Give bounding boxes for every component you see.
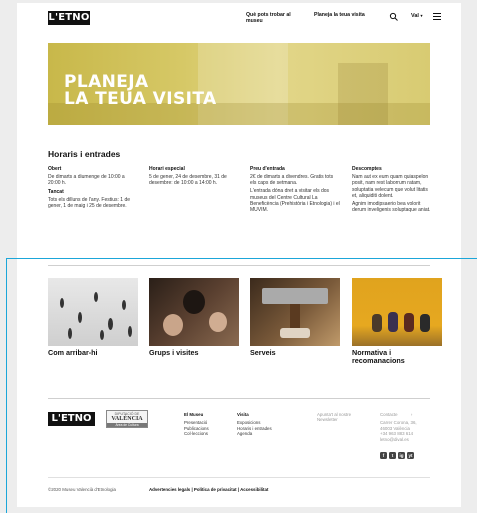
contact-line: letno@dival.es: [380, 436, 409, 442]
facebook-icon[interactable]: f: [380, 452, 387, 459]
schedule-col-4: Descomptes Nam aut ex eum quam quiaspelo…: [352, 166, 432, 215]
hero-title-line2: LA TEUA VISITA: [64, 89, 217, 109]
schedule-title: Horaris i entrades: [48, 149, 121, 159]
card-label: Com arribar-hi: [48, 348, 98, 357]
footer-heading: El Museu: [184, 412, 204, 417]
card-image: [149, 278, 239, 346]
card-image: [352, 278, 442, 346]
site-header: L'ETNO Què pots trobar al museu Planeja …: [17, 3, 461, 33]
search-icon[interactable]: [389, 12, 399, 22]
footer-heading: Visita: [237, 412, 249, 417]
col-heading: Descomptes: [352, 166, 382, 172]
card-image: [48, 278, 138, 346]
hero-title: PLANEJA LA TEUA VISITA: [64, 74, 217, 108]
hero-banner: PLANEJA LA TEUA VISITA: [48, 43, 430, 125]
selection-outline-left: [6, 258, 8, 513]
divider: [48, 477, 430, 478]
page: L'ETNO Què pots trobar al museu Planeja …: [17, 3, 461, 507]
contact-heading-label: Contacte: [380, 412, 398, 417]
col-text: 5 de gener, 24 de desembre, 31 de desemb…: [149, 173, 227, 187]
footer-col-contacte: Contacte › Carrer Corona, 36, 46003 Valè…: [380, 412, 430, 442]
col-heading: Preu d'entrada: [250, 166, 285, 172]
card-serveis[interactable]: Serveis: [250, 278, 340, 357]
partner-logo-main: VALÈNCIA: [111, 416, 143, 422]
hamburger-icon[interactable]: [433, 13, 441, 20]
instagram-icon[interactable]: ig: [398, 452, 405, 459]
footer-link[interactable]: Col·leccions: [184, 431, 209, 436]
schedule-col-3: Preu d'entrada 2€ de dimarts a divendres…: [250, 166, 340, 215]
nav-que-pots-trobar[interactable]: Què pots trobar al museu: [246, 12, 306, 24]
chevron-right-icon: ›: [410, 412, 413, 417]
col-heading: Horari especial: [149, 166, 185, 172]
col-text: Agnim imodipsaerio bea volorit derum inv…: [352, 201, 431, 214]
card-grups-visites[interactable]: Grups i visites: [149, 278, 239, 357]
footer-col-newsletter[interactable]: Apunta't al nostre Newsletter: [317, 412, 367, 426]
schedule-col-2: Horari especial 5 de gener, 24 de desemb…: [149, 166, 239, 188]
partner-logo[interactable]: DIPUTACIÓ DE VALÈNCIA Àrea de Cultura: [106, 410, 148, 428]
selection-outline-top: [6, 258, 477, 260]
footer-logo[interactable]: L'ETNO: [48, 412, 95, 426]
twitter-icon[interactable]: t: [389, 452, 396, 459]
col-text: 2€ de dimarts a divendres. Gratis tots e…: [250, 173, 334, 187]
card-label: Normativa i recomanacions: [352, 348, 405, 365]
logo[interactable]: L'ETNO: [48, 11, 90, 25]
divider: [48, 398, 430, 399]
card-label: Grups i visites: [149, 348, 199, 357]
col-text: L'entrada dóna dret a visitar els dos mu…: [250, 188, 340, 214]
footer-col-visita: Visita Exposicions Horaris i entrades Ag…: [237, 412, 272, 437]
newsletter-link[interactable]: Apunta't al nostre Newsletter: [317, 412, 367, 423]
col-text: De dimarts a diumenge de 10:00 a 20:00 h…: [48, 173, 125, 187]
divider: [48, 265, 430, 266]
card-image: [250, 278, 340, 346]
language-selector[interactable]: Val ▾: [411, 13, 423, 19]
footer-col-museu: El Museu Presentació Publicacions Col·le…: [184, 412, 209, 437]
col-text: Tots els dilluns de l'any. Festius: 1 de…: [48, 196, 131, 210]
nav-planeja-visita[interactable]: Planeja la teua visita: [314, 12, 374, 18]
contact-heading[interactable]: Contacte ›: [380, 412, 430, 417]
schedule-col-1: Obert De dimarts a diumenge de 10:00 a 2…: [48, 166, 138, 211]
card-label: Serveis: [250, 348, 276, 357]
col-heading: Tancat: [48, 188, 64, 195]
language-label: Val: [411, 13, 419, 19]
col-heading: Obert: [48, 166, 62, 172]
col-text: Nam aut ex eum quam quiaspelon posit, na…: [352, 173, 429, 200]
card-com-arribar[interactable]: Com arribar-hi: [48, 278, 138, 357]
card-normativa[interactable]: Normativa i recomanacions: [352, 278, 442, 365]
footer-link[interactable]: Agenda: [237, 431, 272, 436]
chevron-down-icon: ▾: [420, 13, 423, 18]
partner-logo-strip: Àrea de Cultura: [107, 423, 147, 427]
legal-links[interactable]: Advertencies legals | Política de privac…: [149, 487, 268, 492]
copyright: ©2020 Museu Valencià d'Etnologia: [48, 487, 116, 492]
youtube-icon[interactable]: yt: [407, 452, 414, 459]
